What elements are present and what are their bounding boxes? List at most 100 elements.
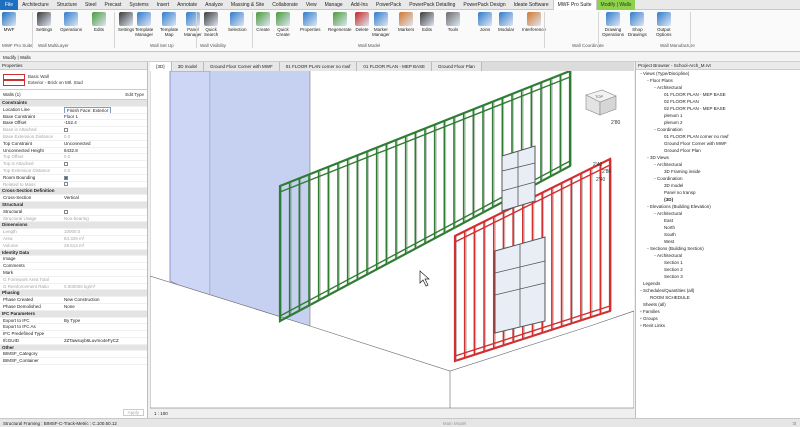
edit-type-button[interactable]: Edit Type bbox=[125, 92, 144, 97]
browser-node[interactable]: +Revit Links bbox=[636, 322, 800, 329]
browser-node[interactable]: +Families bbox=[636, 308, 800, 315]
property-value[interactable]: -152.4 bbox=[64, 120, 77, 125]
edits-button[interactable]: Edits bbox=[92, 12, 106, 32]
browser-node[interactable]: −3D Views bbox=[636, 154, 800, 161]
modular-button[interactable]: Modular bbox=[498, 12, 514, 32]
browser-node[interactable]: −Floor Plans bbox=[636, 77, 800, 84]
tab-architecture[interactable]: Architecture bbox=[18, 0, 53, 10]
browser-node[interactable]: {3D} bbox=[636, 196, 800, 203]
browser-node[interactable]: Legends bbox=[636, 280, 800, 287]
browser-node[interactable]: 02 FLOOR PLAN - MEP BASE bbox=[636, 105, 800, 112]
tab-add-ins[interactable]: Add-Ins bbox=[347, 0, 372, 10]
viewcube-icon[interactable]: TOP bbox=[585, 89, 617, 116]
property-value[interactable]: By Type bbox=[64, 318, 80, 323]
browser-node[interactable]: 01 FLOOR PLAN - MEP BASE bbox=[636, 91, 800, 98]
browser-node[interactable]: −Architectural bbox=[636, 252, 800, 259]
3d-viewport[interactable]: 2'80 2'40 2'80 2'40 TOP bbox=[150, 71, 634, 408]
browser-node[interactable]: Ground Floor Corner with MWF bbox=[636, 140, 800, 147]
view-scale[interactable]: 1 : 100 bbox=[154, 411, 168, 416]
property-value[interactable]: 2ZTawsuyb6Luvmo4eFyCZ bbox=[64, 338, 119, 343]
browser-node[interactable]: 02 FLOOR PLAN bbox=[636, 98, 800, 105]
create-button[interactable]: Create bbox=[256, 12, 270, 32]
browser-node[interactable]: South bbox=[636, 231, 800, 238]
selection-button[interactable]: Selection bbox=[228, 12, 247, 32]
browser-node[interactable]: plenum 2 bbox=[636, 119, 800, 126]
tab-view[interactable]: View bbox=[302, 0, 321, 10]
template-manager-button[interactable]: Template Manager bbox=[135, 12, 153, 37]
property-value[interactable]: Vertical bbox=[64, 195, 79, 200]
instance-filter[interactable]: Walls (1) bbox=[3, 92, 21, 97]
browser-node[interactable]: plenum 1 bbox=[636, 112, 800, 119]
tools-button[interactable]: Tools bbox=[446, 12, 460, 32]
delete-button[interactable]: Delete bbox=[355, 12, 369, 32]
property-section-header[interactable]: IFC Parameters bbox=[0, 310, 147, 318]
browser-node[interactable]: Section 3 bbox=[636, 273, 800, 280]
property-section-header[interactable]: Structural bbox=[0, 201, 147, 209]
tab-collaborate[interactable]: Collaborate bbox=[268, 0, 302, 10]
browser-node[interactable]: −Views (Type/Discipline) bbox=[636, 70, 800, 77]
quick-create-button[interactable]: Quick Create bbox=[276, 12, 290, 37]
browser-node[interactable]: −Architectural bbox=[636, 161, 800, 168]
view-tab[interactable]: 01 FLOOR PLAN corner no mwf bbox=[279, 62, 358, 71]
browser-node[interactable]: West bbox=[636, 238, 800, 245]
checkbox-checked[interactable] bbox=[64, 175, 68, 180]
browser-node[interactable]: −Schedules/Quantities (all) bbox=[636, 287, 800, 294]
browser-node[interactable]: Section 1 bbox=[636, 259, 800, 266]
tab-powerpack[interactable]: PowerPack bbox=[372, 0, 405, 10]
browser-node[interactable]: ROOM SCHEDULE bbox=[636, 294, 800, 301]
tab-massing-site[interactable]: Massing & Site bbox=[227, 0, 268, 10]
output-options-button[interactable]: Output Options bbox=[656, 12, 672, 37]
browser-node[interactable]: East bbox=[636, 217, 800, 224]
view-tab[interactable]: {3D} bbox=[150, 62, 172, 71]
browser-node[interactable]: North bbox=[636, 224, 800, 231]
tab-modify-walls[interactable]: Modify | Walls bbox=[596, 0, 636, 10]
mwf-button[interactable]: MWF bbox=[2, 12, 16, 32]
property-value[interactable]: Floor 1 bbox=[64, 114, 78, 119]
property-section-header[interactable]: Constraints bbox=[0, 100, 147, 107]
browser-node[interactable]: Panel no transp bbox=[636, 189, 800, 196]
tab-powerpack-detailing[interactable]: PowerPack Detailing bbox=[405, 0, 459, 10]
tab-annotate[interactable]: Annotate bbox=[173, 0, 201, 10]
property-section-header[interactable]: Cross-Section Definition bbox=[0, 188, 147, 196]
property-value[interactable]: None bbox=[64, 304, 75, 309]
settings-button[interactable]: Settings bbox=[118, 12, 134, 32]
browser-node[interactable]: −Architectural bbox=[636, 210, 800, 217]
drawing-operations-button[interactable]: Drawing Operations bbox=[602, 12, 624, 37]
property-value[interactable]: Unconnected bbox=[64, 141, 91, 146]
tab-manage[interactable]: Manage bbox=[321, 0, 347, 10]
property-section-header[interactable]: Dimensions bbox=[0, 222, 147, 230]
browser-node[interactable]: 3D model bbox=[636, 182, 800, 189]
3d-model-scene[interactable]: 2'80 2'40 2'80 2'40 TOP bbox=[150, 71, 634, 408]
shop-drawings-button[interactable]: Shop Drawings bbox=[628, 12, 647, 37]
browser-node[interactable]: −Sections (Building Section) bbox=[636, 245, 800, 252]
browser-node[interactable]: −Elevations (Building Elevation) bbox=[636, 203, 800, 210]
browser-node[interactable]: −Architectural bbox=[636, 84, 800, 91]
operations-button[interactable]: Operations bbox=[60, 12, 82, 32]
property-section-header[interactable]: Other bbox=[0, 344, 147, 352]
property-value[interactable]: Finish Face: Exterior bbox=[64, 106, 112, 113]
checkbox[interactable] bbox=[64, 209, 68, 214]
tab-ideate-software[interactable]: Ideate Software bbox=[510, 0, 553, 10]
browser-node[interactable]: Ground Floor Plan bbox=[636, 147, 800, 154]
tab-insert[interactable]: Insert bbox=[153, 0, 174, 10]
browser-node[interactable]: −Coordination bbox=[636, 126, 800, 133]
browser-node[interactable]: 01 FLOOR PLAN corner no mwf bbox=[636, 133, 800, 140]
tab-analyze[interactable]: Analyze bbox=[201, 0, 227, 10]
markers-button[interactable]: Markers bbox=[398, 12, 414, 32]
property-value[interactable]: New Construction bbox=[64, 297, 100, 302]
active-model[interactable]: Main Model bbox=[443, 419, 466, 427]
browser-node[interactable]: +Groups bbox=[636, 315, 800, 322]
browser-node[interactable]: 3D Framing inside bbox=[636, 168, 800, 175]
interference-button[interactable]: Interference bbox=[522, 12, 546, 32]
template-map-button[interactable]: Template Map bbox=[160, 12, 178, 37]
browser-node[interactable]: Sheets (all) bbox=[636, 301, 800, 308]
view-tab[interactable]: 3D model bbox=[171, 62, 205, 71]
tab-steel[interactable]: Steel bbox=[81, 0, 100, 10]
edits-button[interactable]: Edits bbox=[420, 12, 434, 32]
browser-node[interactable]: Section 2 bbox=[636, 266, 800, 273]
settings-button[interactable]: Settings bbox=[36, 12, 52, 32]
type-selector[interactable]: Basic Wall Exterior - Brick on Mtl. Stud bbox=[0, 70, 147, 90]
tab-structure[interactable]: Structure bbox=[53, 0, 81, 10]
tab-precast[interactable]: Precast bbox=[100, 0, 125, 10]
property-value[interactable]: 8432.8 bbox=[64, 148, 78, 153]
